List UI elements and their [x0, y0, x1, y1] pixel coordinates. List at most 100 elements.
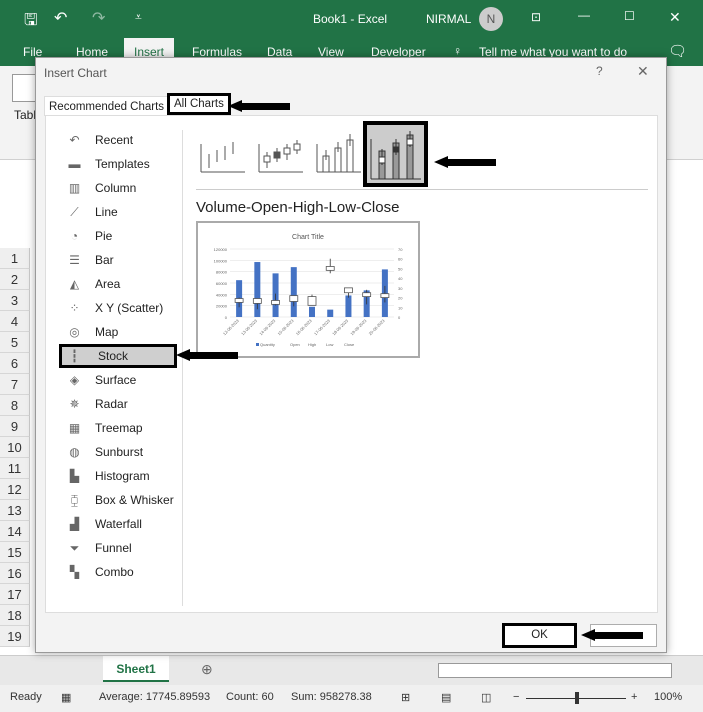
- chart-type-label: Histogram: [95, 469, 150, 483]
- page-layout-icon[interactable]: ▤: [441, 691, 451, 704]
- chart-type-waterfall[interactable]: ▟ Waterfall: [59, 512, 177, 536]
- ok-button[interactable]: OK: [502, 623, 577, 648]
- chart-type-histogram[interactable]: ▙ Histogram: [59, 464, 177, 488]
- row-header[interactable]: 14: [0, 521, 30, 542]
- normal-view-icon[interactable]: ⊞: [401, 691, 410, 704]
- ohlc-box: [271, 300, 280, 305]
- chart-type-combo[interactable]: ▚ Combo: [59, 560, 177, 584]
- chart-type-label: Surface: [95, 373, 137, 387]
- row-header[interactable]: 11: [0, 458, 30, 479]
- row-header[interactable]: 16: [0, 563, 30, 584]
- chart-type-line[interactable]: ⟋ Line: [59, 200, 177, 224]
- redo-icon[interactable]: ↷: [92, 8, 105, 28]
- chart-type-pie[interactable]: ◔ Pie: [59, 224, 177, 248]
- x-tick: 15-06-2023: [276, 318, 295, 337]
- chart-type-recent[interactable]: ↶ Recent: [59, 128, 177, 152]
- x-tick: 20-06-2023: [368, 318, 387, 337]
- close-button[interactable]: ✕: [669, 9, 681, 26]
- chart-type-funnel[interactable]: ⏷ Funnel: [59, 536, 177, 560]
- tables-label: Tabl: [14, 108, 37, 122]
- y-left-tick: 60000: [216, 281, 228, 286]
- chart-type-treemap[interactable]: ▦ Treemap: [59, 416, 177, 440]
- row-header[interactable]: 9: [0, 416, 30, 437]
- page-break-icon[interactable]: ◫: [481, 691, 491, 704]
- row-header[interactable]: 8: [0, 395, 30, 416]
- undo-icon[interactable]: ↶: [54, 8, 67, 28]
- legend-entry: High: [308, 342, 316, 347]
- chart-preview[interactable]: Chart Title 0 20000 40000 60000 80000 100000 12…: [196, 221, 420, 358]
- y-right-tick: 0: [398, 315, 401, 320]
- chart-type-sunburst[interactable]: ◍ Sunburst: [59, 440, 177, 464]
- ohlc-box: [234, 298, 244, 303]
- volume-high-low-close-thumb[interactable]: [313, 124, 363, 180]
- add-sheet-icon[interactable]: ⊕: [201, 661, 213, 678]
- column-chart-icon: ▥: [68, 181, 81, 195]
- horizontal-scrollbar[interactable]: [438, 663, 672, 678]
- chart-type-stock[interactable]: ┇ Stock: [59, 344, 177, 368]
- minimize-button[interactable]: —: [578, 8, 590, 22]
- y-right-tick: 10: [398, 305, 403, 310]
- quantity-bar: [309, 306, 315, 317]
- chart-type-radar[interactable]: ✵ Radar: [59, 392, 177, 416]
- sheet-tab[interactable]: Sheet1: [103, 656, 169, 682]
- chart-type-x-y-scatter-[interactable]: ⁘ X Y (Scatter): [59, 296, 177, 320]
- open-high-low-close-thumb[interactable]: [255, 124, 305, 180]
- chart-type-column[interactable]: ▥ Column: [59, 176, 177, 200]
- chart-type-label: X Y (Scatter): [95, 301, 164, 315]
- combo-chart-icon: ▚: [69, 565, 80, 579]
- ohlc-box: [307, 296, 317, 306]
- y-right-tick: 70: [398, 247, 403, 252]
- row-header[interactable]: 2: [0, 269, 30, 290]
- avatar[interactable]: N: [479, 7, 503, 31]
- chart-type-box-whisker[interactable]: ⧮ Box & Whisker: [59, 488, 177, 512]
- dialog-close-button[interactable]: ✕: [637, 63, 649, 80]
- tab-all-charts[interactable]: All Charts: [167, 93, 231, 115]
- sunburst-chart-icon: ◍: [69, 445, 80, 459]
- sheet-tab-bar: Sheet1 ⊕: [0, 655, 703, 685]
- zoom-in-button[interactable]: +: [631, 691, 637, 703]
- row-header[interactable]: 17: [0, 584, 30, 605]
- chart-type-area[interactable]: ◭ Area: [59, 272, 177, 296]
- chart-type-templates[interactable]: ▬ Templates: [59, 152, 177, 176]
- row-header[interactable]: 1: [0, 248, 30, 269]
- funnel-chart-icon: ⏷: [69, 541, 80, 555]
- zoom-out-button[interactable]: −: [513, 691, 519, 703]
- chart-type-surface[interactable]: ◈ Surface: [59, 368, 177, 392]
- row-header[interactable]: 19: [0, 626, 30, 647]
- chart-type-label: Column: [95, 181, 137, 195]
- save-icon[interactable]: 🖫: [24, 9, 38, 36]
- zoom-slider-thumb[interactable]: [575, 692, 579, 704]
- high-low-close-thumb[interactable]: [197, 124, 247, 180]
- chart-type-label: Treemap: [95, 421, 143, 435]
- chart-subtype-title: Volume-Open-High-Low-Close: [196, 199, 400, 216]
- ribbon-display-icon[interactable]: ⊡: [531, 10, 541, 24]
- customize-toolbar-icon[interactable]: ⩡: [135, 10, 142, 25]
- row-header[interactable]: 10: [0, 437, 30, 458]
- surface-chart-icon: ◈: [69, 373, 80, 387]
- row-header[interactable]: 5: [0, 332, 30, 353]
- help-button[interactable]: ?: [596, 64, 603, 78]
- row-header[interactable]: 13: [0, 500, 30, 521]
- waterfall-chart-icon: ▟: [69, 517, 80, 531]
- macro-icon[interactable]: ▦: [61, 691, 71, 704]
- chart-type-map[interactable]: ◎ Map: [59, 320, 177, 344]
- chart-type-label: Bar: [95, 253, 114, 267]
- row-header[interactable]: 15: [0, 542, 30, 563]
- user-name: NIRMAL: [426, 12, 472, 26]
- volume-ohlc-thumb-selected[interactable]: [363, 121, 428, 187]
- chart-type-label: Area: [95, 277, 121, 291]
- maximize-button[interactable]: ☐: [624, 9, 635, 23]
- row-header[interactable]: 7: [0, 374, 30, 395]
- chart-type-label: Recent: [95, 133, 134, 147]
- chart-title: Chart Title: [292, 234, 324, 241]
- ohlc-box: [380, 293, 390, 298]
- row-header[interactable]: 6: [0, 353, 30, 374]
- row-header[interactable]: 3: [0, 290, 30, 311]
- row-header[interactable]: 4: [0, 311, 30, 332]
- row-header[interactable]: 12: [0, 479, 30, 500]
- chart-type-label: Funnel: [95, 541, 132, 555]
- row-header[interactable]: 18: [0, 605, 30, 626]
- comments-icon[interactable]: 🗨: [668, 42, 687, 60]
- chart-type-bar[interactable]: ☰ Bar: [59, 248, 177, 272]
- tab-recommended-charts[interactable]: Recommended Charts: [44, 96, 170, 116]
